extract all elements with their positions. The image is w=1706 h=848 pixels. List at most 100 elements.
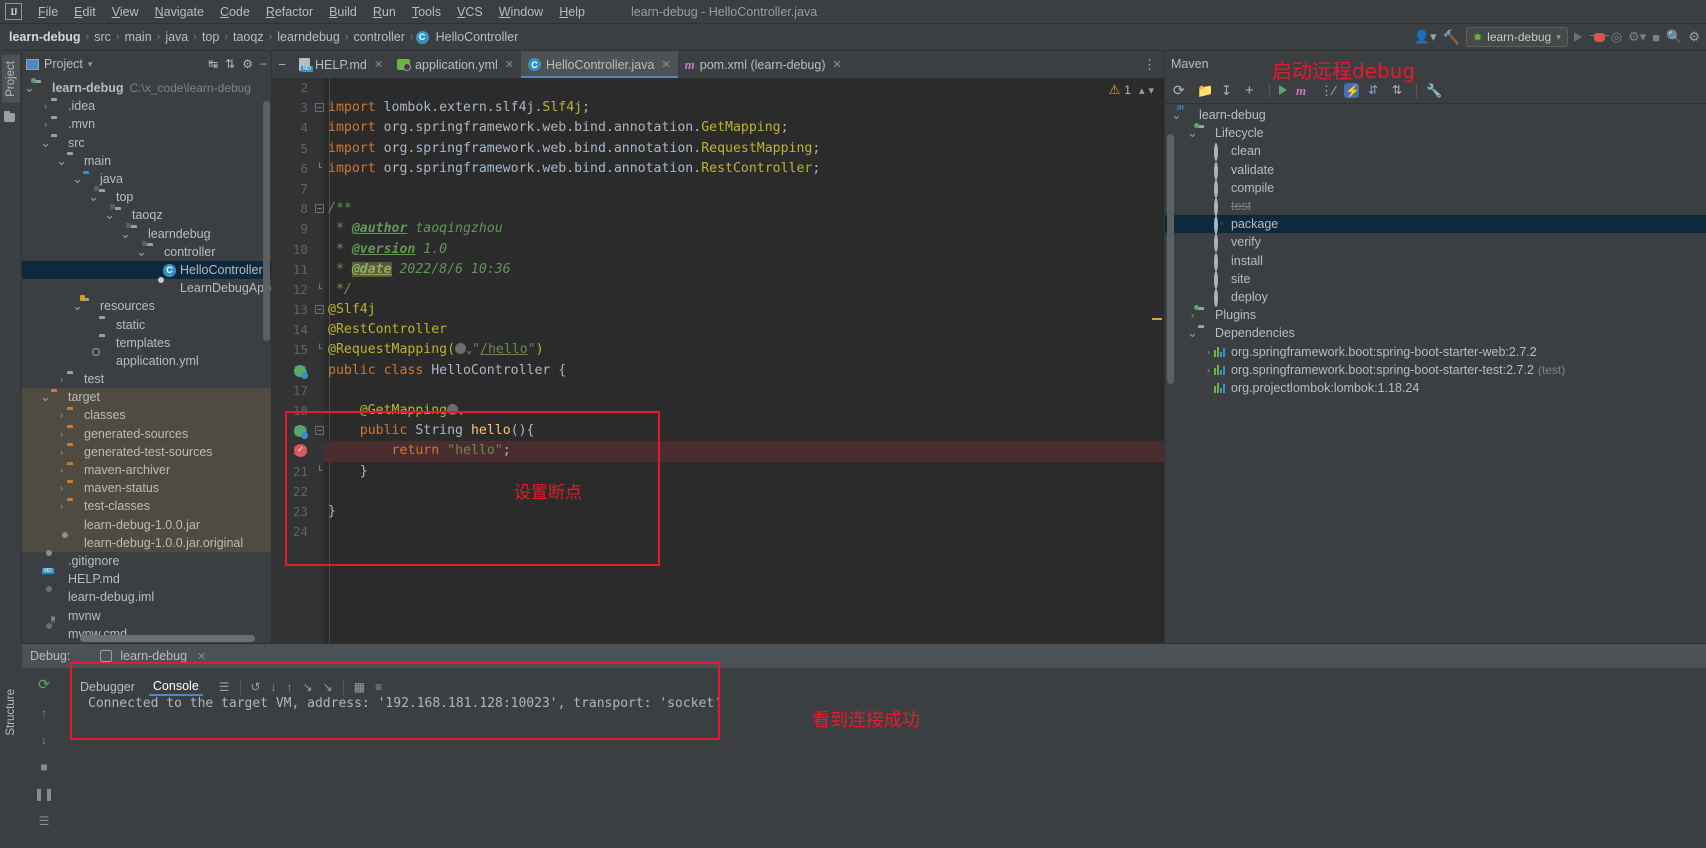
maven-tree-item-row[interactable]: › Plugins	[1165, 306, 1706, 324]
breadcrumb-class[interactable]: HelloController	[433, 29, 522, 45]
rerun-icon[interactable]: ⟳	[38, 676, 50, 693]
run-configuration-selector[interactable]: ✸ learn-debug ▾	[1465, 27, 1568, 47]
code-line[interactable]: 7	[272, 179, 1164, 199]
menu-vcs[interactable]: VCS	[449, 2, 491, 22]
chevron-down-icon[interactable]: ⌄	[72, 172, 83, 185]
code-line[interactable]: 24	[272, 522, 1164, 542]
code-line[interactable]: 14 @RestController	[272, 320, 1164, 340]
mute-breakpoints-icon[interactable]: ☰	[39, 814, 50, 828]
project-tree-item-row[interactable]: ⌄ learn-debug C:\x_code\learn-debug	[22, 79, 271, 97]
project-tree[interactable]: ⌄ learn-debug C:\x_code\learn-debug › .idea ›…	[22, 77, 271, 643]
breadcrumb-learndebug[interactable]: learndebug	[274, 29, 343, 45]
project-tree-item-row[interactable]: ⌄ controller	[22, 243, 271, 261]
chevron-down-icon[interactable]: ⌄	[88, 190, 99, 203]
project-tree-item-row[interactable]: ⌄ target	[22, 388, 271, 407]
project-tree-item-row[interactable]: ⌄ top	[22, 188, 271, 206]
tab-debugger[interactable]: Debugger	[76, 679, 139, 695]
code-line[interactable]: 8−/**	[272, 199, 1164, 219]
code-line[interactable]: 16public class HelloController {	[272, 361, 1164, 381]
coverage-icon[interactable]: ◎	[1611, 29, 1622, 45]
chevron-down-icon[interactable]: ⌄	[72, 299, 83, 312]
reload-icon[interactable]: ⟳	[1173, 82, 1188, 98]
breadcrumb-main[interactable]: main	[122, 29, 155, 45]
menu-edit[interactable]: Edit	[66, 2, 104, 22]
fold-end-icon[interactable]: └	[315, 466, 324, 476]
maven-tree-item-row[interactable]: compile	[1165, 179, 1706, 198]
project-tree-item-row[interactable]: › maven-archiver	[22, 460, 271, 480]
run-button[interactable]	[1573, 32, 1582, 42]
chevron-right-icon[interactable]: ›	[56, 447, 67, 457]
fold-end-icon[interactable]: └	[315, 163, 324, 173]
hide-panel-icon[interactable]: −	[260, 57, 267, 71]
close-icon[interactable]: ✕	[197, 650, 206, 663]
menu-help[interactable]: Help	[551, 2, 593, 22]
maven-tree-item-row[interactable]: ⌄ learn-debug	[1165, 106, 1706, 124]
chevron-right-icon[interactable]: ›	[40, 101, 51, 111]
chevron-down-icon[interactable]: ⌄	[1187, 126, 1198, 139]
code-line[interactable]: 21 └ }	[272, 462, 1164, 482]
maven-tree-item-row[interactable]: ⌄ Lifecycle	[1165, 124, 1706, 142]
code-editor[interactable]: 2 3− import lombok.extern.slf4j.Slf4j; 4 imp…	[272, 78, 1164, 643]
project-tree-item-row[interactable]: LearnDebugApplication	[22, 279, 271, 297]
breadcrumb-learn-debug[interactable]: learn-debug	[6, 29, 84, 45]
profiler-icon[interactable]: ⚙▾	[1628, 29, 1646, 45]
maven-tree-item-row[interactable]: deploy	[1165, 288, 1706, 307]
fold-end-icon[interactable]: └	[315, 345, 324, 354]
project-tree-item-row[interactable]: ⌄ main	[22, 152, 271, 170]
project-tree-item-row[interactable]: > mvnw	[22, 606, 271, 624]
maven-vertical-scrollbar[interactable]	[1167, 134, 1174, 384]
project-tree-item-row[interactable]: C HelloController	[22, 260, 271, 280]
tool-tab-project[interactable]: Project	[2, 55, 20, 103]
run-gutter-icon[interactable]	[294, 364, 308, 379]
settings-icon[interactable]: ⚙	[1688, 29, 1700, 45]
editor-options-icon[interactable]: ⋮	[1143, 57, 1156, 73]
breadcrumb-src[interactable]: src	[91, 29, 114, 45]
step-out-icon[interactable]: ↑	[287, 680, 293, 694]
project-tree-item-row[interactable]: learn-debug.iml	[22, 588, 271, 606]
view-breakpoints-icon[interactable]: ❚❚	[34, 787, 54, 801]
project-tree-item-row[interactable]: learn-debug-1.0.0.jar.original	[22, 533, 271, 552]
code-line[interactable]: 15 └ @RequestMapping(⌄"/hello")	[272, 340, 1164, 360]
code-line[interactable]: 13− @Slf4j	[272, 300, 1164, 320]
editor-tab-hellocontroller-java[interactable]: C HelloController.java ✕	[521, 51, 678, 78]
chevron-down-icon[interactable]: ⌄	[40, 390, 51, 403]
close-icon[interactable]: ✕	[374, 58, 383, 71]
chevron-down-icon[interactable]: ⌄	[1171, 108, 1182, 121]
editor-tab-application-yml[interactable]: application.yml ✕	[390, 51, 521, 78]
code-line[interactable]: 10 * @version 1.0	[272, 240, 1164, 260]
maven-tree-item-row[interactable]: org.projectlombok:lombok:1.18.24	[1165, 379, 1706, 397]
project-tree-item-row[interactable]: › test-classes	[22, 497, 271, 516]
code-line[interactable]: 9 * @author taoqingzhou	[272, 219, 1164, 239]
stop-icon[interactable]: ■	[40, 760, 47, 774]
maven-tree-item-row[interactable]: › org.springframework.boot:spring-boot-st…	[1165, 342, 1706, 360]
breadcrumb-top[interactable]: top	[199, 29, 222, 45]
chevron-right-icon[interactable]: ›	[1203, 347, 1214, 357]
menu-build[interactable]: Build	[321, 2, 365, 22]
project-tree-item-row[interactable]: HELP.md	[22, 570, 271, 588]
code-line[interactable]: 23}	[272, 502, 1164, 522]
web-endpoint-icon[interactable]	[447, 404, 459, 415]
maven-tree-item-row[interactable]: › org.springframework.boot:spring-boot-st…	[1165, 361, 1706, 379]
close-icon[interactable]: ✕	[833, 58, 842, 71]
chevron-right-icon[interactable]: ›	[56, 465, 67, 475]
tool-tab-structure-bottom[interactable]: Structure	[2, 683, 20, 742]
project-tree-item-row[interactable]: › generated-test-sources	[22, 442, 271, 461]
project-tree-item-row[interactable]: static	[22, 315, 271, 333]
project-tree-item-row[interactable]: ⌄ learndebug	[22, 225, 271, 243]
project-tree-item-row[interactable]: ⌄ java	[22, 170, 271, 188]
chevron-down-icon[interactable]: ⌄	[40, 136, 51, 149]
fold-end-icon[interactable]: └	[315, 284, 324, 294]
run-to-cursor-icon[interactable]: ↘	[323, 680, 333, 694]
chevron-right-icon[interactable]: ›	[56, 483, 67, 493]
menu-run[interactable]: Run	[365, 2, 404, 22]
pause-icon[interactable]: ↓	[41, 733, 47, 747]
code-line[interactable]: 19− public String hello(){	[272, 421, 1164, 441]
execute-maven-goal-icon[interactable]: m	[1296, 83, 1311, 98]
project-vertical-scrollbar[interactable]	[263, 101, 270, 341]
maven-tree-item-row[interactable]: ⌄ Dependencies	[1165, 324, 1706, 342]
chevron-right-icon[interactable]: ›	[56, 410, 67, 420]
project-tree-item-row[interactable]: application.yml	[22, 352, 271, 370]
project-tree-item-row[interactable]: › test	[22, 370, 271, 388]
editor-tab-pom-xml--learn-debug-[interactable]: m pom.xml (learn-debug) ✕	[678, 51, 849, 78]
debug-session-tab[interactable]: learn-debug	[120, 649, 187, 663]
